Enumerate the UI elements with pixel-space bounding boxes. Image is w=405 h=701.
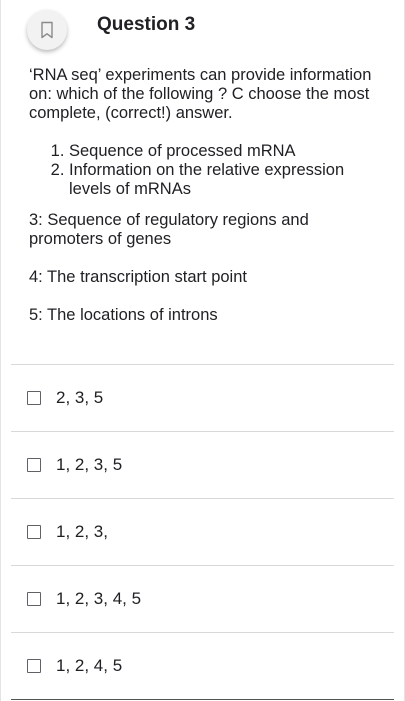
option-label: 1, 2, 3, 4, 5 <box>56 589 142 608</box>
checkbox[interactable] <box>27 659 41 673</box>
answer-option[interactable]: 1, 2, 3, 5 <box>11 432 394 499</box>
checkbox[interactable] <box>27 525 41 539</box>
statement-item: 3: Sequence of regulatory regions and pr… <box>29 211 309 248</box>
option-label: 1, 2, 3, <box>56 522 108 541</box>
option-label: 1, 2, 3, 5 <box>56 455 123 474</box>
option-label: 2, 3, 5 <box>56 388 104 407</box>
answer-option[interactable]: 2, 3, 5 <box>11 365 394 432</box>
answer-options: 2, 3, 5 1, 2, 3, 5 1, 2, 3, 1, 2, 3, 4, … <box>11 364 394 700</box>
option-label: 1, 2, 4, 5 <box>56 656 123 675</box>
checkbox[interactable] <box>27 391 41 405</box>
question-text: ‘RNA seq’ experiments can provide inform… <box>1 58 404 325</box>
numbered-list: Sequence of processed mRNA Information o… <box>29 142 380 199</box>
checkbox[interactable] <box>27 592 41 606</box>
numbered-item: Information on the relative expression l… <box>69 161 380 199</box>
question-card: Question 3 ‘RNA seq’ experiments can pro… <box>0 0 405 701</box>
statement-item: 5: The locations of introns <box>29 306 218 324</box>
answer-option[interactable]: 1, 2, 3, <box>11 499 394 566</box>
question-title: Question 3 <box>97 14 196 35</box>
numbered-item: Sequence of processed mRNA <box>69 142 380 161</box>
checkbox[interactable] <box>27 458 41 472</box>
bookmark-outline-icon <box>41 21 53 39</box>
answer-option[interactable]: 1, 2, 4, 5 <box>11 633 394 700</box>
answer-option[interactable]: 1, 2, 3, 4, 5 <box>11 566 394 633</box>
question-intro: ‘RNA seq’ experiments can provide inform… <box>29 66 372 122</box>
statement-item: 4: The transcription start point <box>29 268 247 286</box>
flag-question-button[interactable] <box>27 10 67 50</box>
question-header: Question 3 <box>1 0 404 58</box>
